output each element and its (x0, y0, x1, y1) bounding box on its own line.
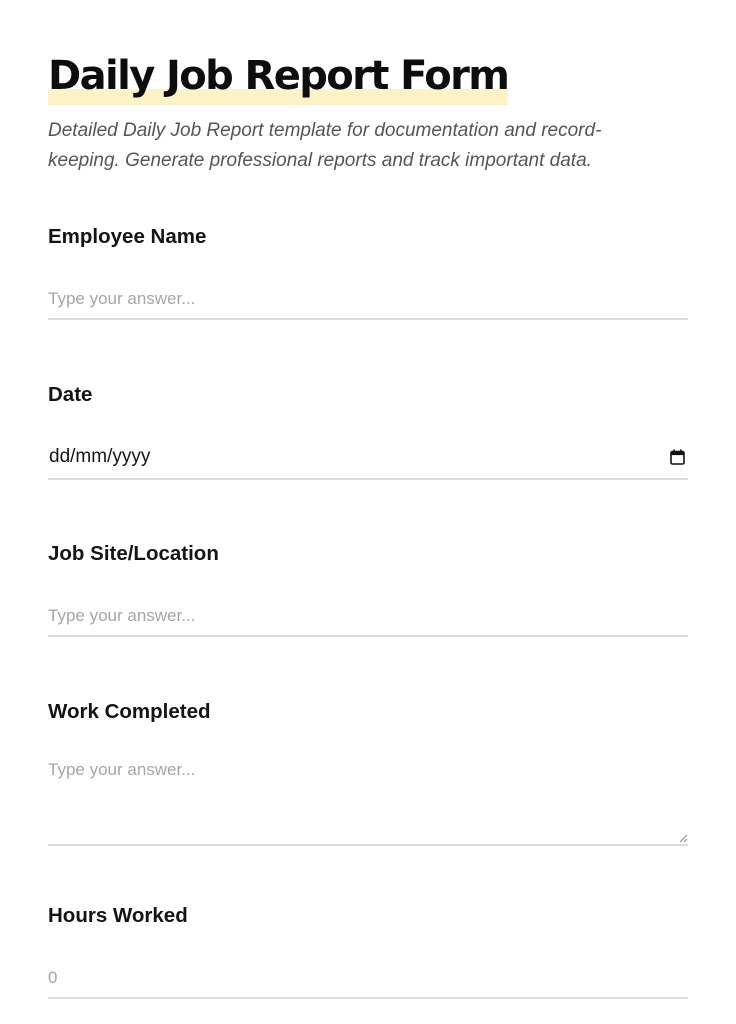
employee-name-label: Employee Name (48, 225, 207, 248)
calendar-icon[interactable] (670, 449, 685, 465)
hours-worked-label: Hours Worked (48, 904, 188, 927)
form-description: Detailed Daily Job Report template for d… (48, 120, 602, 171)
hours-worked-input[interactable] (48, 959, 688, 999)
form-title-wrapper: Daily Job Report Form (48, 50, 510, 106)
form-title: Daily Job Report Form (48, 53, 510, 99)
resize-handle-icon[interactable] (678, 833, 688, 843)
job-site-input[interactable] (48, 597, 688, 637)
employee-name-input[interactable] (48, 280, 688, 320)
date-input[interactable]: dd/mm/yyyy (48, 440, 688, 480)
job-site-label: Job Site/Location (48, 542, 219, 565)
form-page: Daily Job Report Form Detailed Daily Job… (0, 0, 736, 1024)
date-value: dd/mm/yyyy (49, 446, 151, 467)
work-completed-textarea[interactable] (48, 754, 688, 846)
work-completed-label: Work Completed (48, 700, 211, 723)
date-label: Date (48, 383, 93, 406)
